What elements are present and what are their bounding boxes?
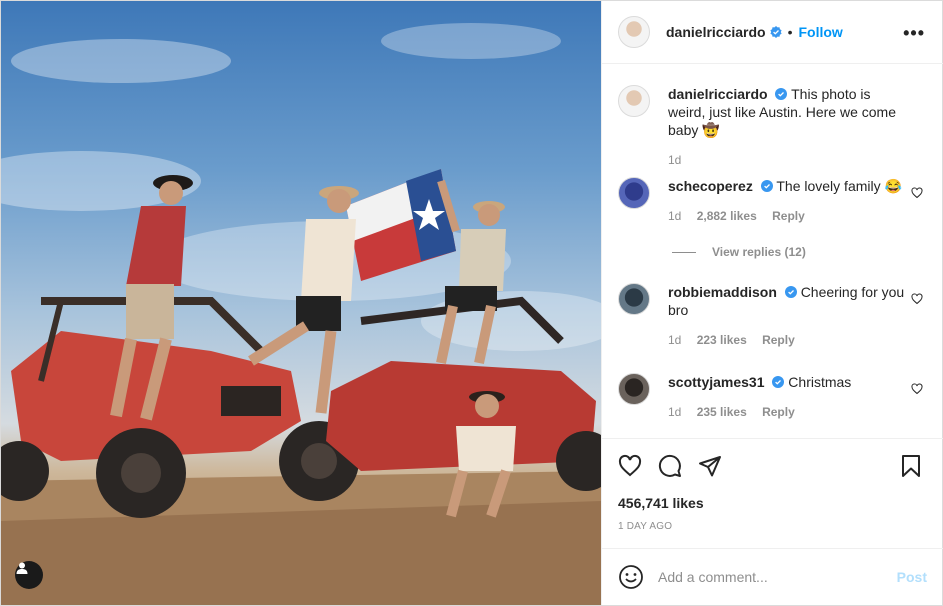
bookmark-icon[interactable] — [899, 454, 923, 478]
person-icon — [16, 562, 28, 574]
post-date: 1 DAY AGO — [618, 521, 673, 532]
more-options-button[interactable]: ••• — [903, 23, 925, 44]
avatar[interactable] — [618, 373, 650, 405]
caption-username[interactable]: danielricciardo — [668, 86, 768, 102]
verified-badge-icon — [769, 26, 782, 38]
paper-plane-icon[interactable] — [698, 454, 722, 478]
comment-username[interactable]: robbiemaddison — [668, 284, 777, 300]
separator-dot: • — [787, 24, 793, 40]
comment-row: robbiemaddison Cheering for you bro 1d 2… — [618, 283, 928, 347]
verified-badge-icon — [775, 88, 788, 100]
caption-age: 1d — [668, 153, 682, 167]
likes-count[interactable]: 456,741 likes — [618, 495, 704, 511]
post-photo[interactable] — [1, 1, 601, 605]
comment-text: Christmas — [788, 374, 852, 390]
photo-illustration — [1, 23, 601, 605]
caption-row: danielricciardo This photo is weird, jus… — [618, 85, 928, 167]
post-side-panel: danielricciardo • Follow ••• danielricci… — [601, 1, 943, 605]
heart-icon[interactable] — [911, 293, 923, 305]
comment-likes[interactable]: 235 likes — [697, 405, 747, 419]
avatar[interactable] — [618, 85, 650, 117]
comment-age: 1d — [668, 209, 682, 223]
verified-badge-icon — [760, 180, 773, 192]
avatar[interactable] — [618, 177, 650, 209]
tagged-users-button[interactable] — [15, 561, 43, 589]
avatar[interactable] — [618, 283, 650, 315]
reply-button[interactable]: Reply — [762, 333, 795, 347]
add-comment-bar: Post — [602, 548, 943, 605]
follow-button[interactable]: Follow — [799, 24, 843, 40]
verified-badge-icon — [772, 376, 785, 388]
smiley-icon[interactable] — [618, 564, 644, 590]
comment-row: scottyjames31 Christmas 1d 235 likes Rep… — [618, 373, 928, 419]
avatar[interactable] — [618, 16, 650, 48]
post-header: danielricciardo • Follow ••• — [602, 1, 943, 64]
speech-bubble-icon[interactable] — [658, 454, 682, 478]
comment-input[interactable] — [658, 569, 878, 585]
comment-likes[interactable]: 2,882 likes — [697, 209, 757, 223]
reply-button[interactable]: Reply — [772, 209, 805, 223]
verified-badge-icon — [784, 286, 797, 298]
author-username[interactable]: danielricciardo — [666, 24, 766, 40]
comment-text: The lovely family 😂 — [776, 178, 902, 194]
post-actions: 456,741 likes 1 DAY AGO — [602, 438, 943, 548]
reply-button[interactable]: Reply — [762, 405, 795, 419]
heart-icon[interactable] — [618, 454, 642, 478]
divider — [672, 251, 696, 253]
post-modal: danielricciardo • Follow ••• danielricci… — [0, 0, 943, 606]
comment-username[interactable]: scottyjames31 — [668, 374, 765, 390]
comment-age: 1d — [668, 333, 682, 347]
heart-icon[interactable] — [911, 383, 923, 395]
comment-age: 1d — [668, 405, 682, 419]
comments-list[interactable]: danielricciardo This photo is weird, jus… — [602, 65, 943, 438]
view-replies-button[interactable]: View replies (12) — [672, 245, 806, 259]
comment-likes[interactable]: 223 likes — [697, 333, 747, 347]
comment-row: schecoperez The lovely family 😂 1d 2,882… — [618, 177, 928, 223]
comment-username[interactable]: schecoperez — [668, 178, 753, 194]
view-replies-label: View replies (12) — [712, 245, 806, 259]
heart-icon[interactable] — [911, 187, 923, 199]
post-comment-button[interactable]: Post — [897, 569, 927, 585]
